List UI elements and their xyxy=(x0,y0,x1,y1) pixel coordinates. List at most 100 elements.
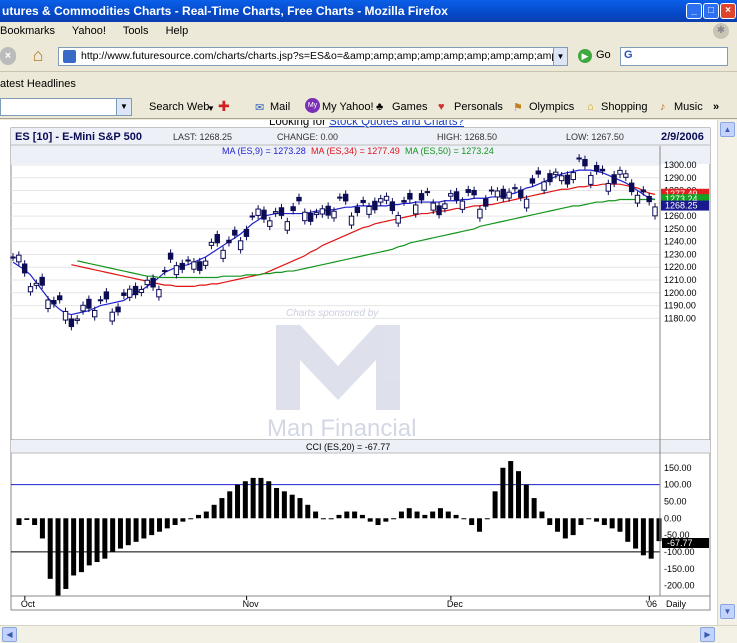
price-tick-label: 1220.00 xyxy=(664,262,697,272)
toolbar-mail[interactable]: Mail xyxy=(270,101,290,113)
yahoo-search-dropdown-icon[interactable]: ▼ xyxy=(116,99,131,115)
candle-body xyxy=(383,195,390,201)
candle-body xyxy=(21,263,28,274)
candle-body xyxy=(144,279,150,286)
candle-body xyxy=(547,173,553,183)
maximize-button[interactable]: □ xyxy=(703,3,719,19)
candle-body xyxy=(27,286,34,293)
last-price-tag-text: 1268.25 xyxy=(665,201,698,211)
chart-change: CHANGE: 0.00 xyxy=(277,132,338,142)
search-engine-box[interactable]: G xyxy=(620,47,728,66)
cci-bar xyxy=(313,511,319,519)
stop-icon[interactable]: × xyxy=(0,47,16,65)
horizontal-scrollbar[interactable]: ◀ ▶ xyxy=(0,625,737,643)
x-axis-label: '06 xyxy=(645,599,657,609)
toolbar-music[interactable]: Music xyxy=(674,101,703,113)
shopping-icon: ⌂ xyxy=(587,101,594,113)
candle-body xyxy=(331,210,337,219)
candle-body xyxy=(372,200,378,211)
vertical-scrollbar[interactable]: ▲ ▼ xyxy=(717,120,737,625)
cci-bar xyxy=(305,504,311,519)
price-tick-label: 1300.00 xyxy=(664,160,697,170)
candle-body xyxy=(483,198,489,207)
cci-bar xyxy=(492,491,498,519)
candle-body xyxy=(284,221,291,231)
minimize-button[interactable]: _ xyxy=(686,3,702,19)
candle-body xyxy=(115,306,121,313)
anti-spy-icon[interactable]: ✚ xyxy=(218,98,230,115)
cci-bar xyxy=(47,518,53,579)
bookmark-latest-headlines[interactable]: atest Headlines xyxy=(0,78,76,90)
candle-body xyxy=(86,298,92,309)
cci-bar xyxy=(617,518,623,532)
site-favicon-icon xyxy=(63,50,76,63)
cci-bar xyxy=(453,514,459,519)
menu-tools[interactable]: Tools xyxy=(123,25,149,37)
more-chevron-icon[interactable]: » xyxy=(713,101,719,113)
search-web-button[interactable]: Search Web xyxy=(149,101,209,113)
candle-body xyxy=(418,193,425,201)
toolbar-olympics[interactable]: Olympics xyxy=(529,101,574,113)
candle-body xyxy=(448,193,454,197)
candle-body xyxy=(588,174,594,185)
cci-bar xyxy=(211,504,217,519)
price-tick-label: 1180.00 xyxy=(664,313,696,323)
candle-body xyxy=(541,181,547,191)
candle-body xyxy=(33,282,40,286)
cci-bar xyxy=(32,518,38,525)
candle-body xyxy=(430,202,436,211)
cci-bar xyxy=(578,518,584,525)
candle-body xyxy=(518,189,524,198)
yahoo-search-input[interactable]: ▼ xyxy=(0,98,132,116)
go-icon[interactable]: ▶ xyxy=(578,49,592,63)
cci-bar xyxy=(328,518,334,520)
candle-body xyxy=(132,285,139,296)
candle-body xyxy=(302,211,308,222)
candle-body xyxy=(179,262,185,270)
search-web-dropdown-icon[interactable]: ▼ xyxy=(207,104,215,113)
cci-bar xyxy=(117,518,123,549)
candle-body xyxy=(582,158,588,167)
candle-body xyxy=(278,207,285,216)
cci-tick-label: -100.00 xyxy=(664,547,695,557)
url-bar[interactable]: http://www.futuresource.com/charts/chart… xyxy=(58,47,563,66)
chart-symbol: ES [10] - E-Mini S&P 500 xyxy=(15,131,142,143)
toolbar-games[interactable]: Games xyxy=(392,101,427,113)
menu-bookmarks[interactable]: Bookmarks xyxy=(0,25,55,37)
toolbar-my-yahoo[interactable]: My Yahoo! xyxy=(322,101,374,113)
candle-body xyxy=(296,196,302,202)
candle-body xyxy=(243,228,250,237)
x-axis-label: Dec xyxy=(447,599,464,609)
close-window-button[interactable]: × xyxy=(720,3,736,19)
cci-bar xyxy=(461,518,467,520)
menu-yahoo[interactable]: Yahoo! xyxy=(72,25,106,37)
price-tick-label: 1200.00 xyxy=(664,288,697,298)
cci-bar xyxy=(242,481,248,519)
scroll-left-icon[interactable]: ◀ xyxy=(2,627,17,642)
cci-tick-label: -200.00 xyxy=(664,581,695,591)
cci-bar xyxy=(219,498,225,519)
scroll-up-icon[interactable]: ▲ xyxy=(720,122,735,137)
candle-body xyxy=(127,288,133,298)
url-dropdown-icon[interactable]: ▼ xyxy=(553,47,568,66)
candle-body xyxy=(436,205,442,216)
candle-body xyxy=(424,191,431,194)
menu-help[interactable]: Help xyxy=(166,25,189,37)
candle-body xyxy=(39,276,45,286)
scroll-right-icon[interactable]: ▶ xyxy=(700,627,715,642)
toolbar-shopping[interactable]: Shopping xyxy=(601,101,648,113)
scroll-down-icon[interactable]: ▼ xyxy=(720,604,735,619)
home-icon[interactable]: ⌂ xyxy=(27,44,49,66)
candle-body xyxy=(290,206,296,212)
url-text: http://www.futuresource.com/charts/chart… xyxy=(81,50,563,62)
candle-body xyxy=(366,206,372,215)
candle-body xyxy=(611,174,617,184)
go-button[interactable]: Go xyxy=(596,49,611,61)
candle-body xyxy=(401,200,407,203)
toolbar-personals[interactable]: Personals xyxy=(454,101,503,113)
throbber-icon: ✱ xyxy=(713,23,729,39)
yahoo-toolbar: ▼ Search Web ▼ ✚ ✉ Mail My My Yahoo! ♣ G… xyxy=(0,95,737,119)
olympics-icon: ⚑ xyxy=(513,102,523,114)
cci-bar xyxy=(430,511,436,519)
cci-bar xyxy=(24,518,30,520)
